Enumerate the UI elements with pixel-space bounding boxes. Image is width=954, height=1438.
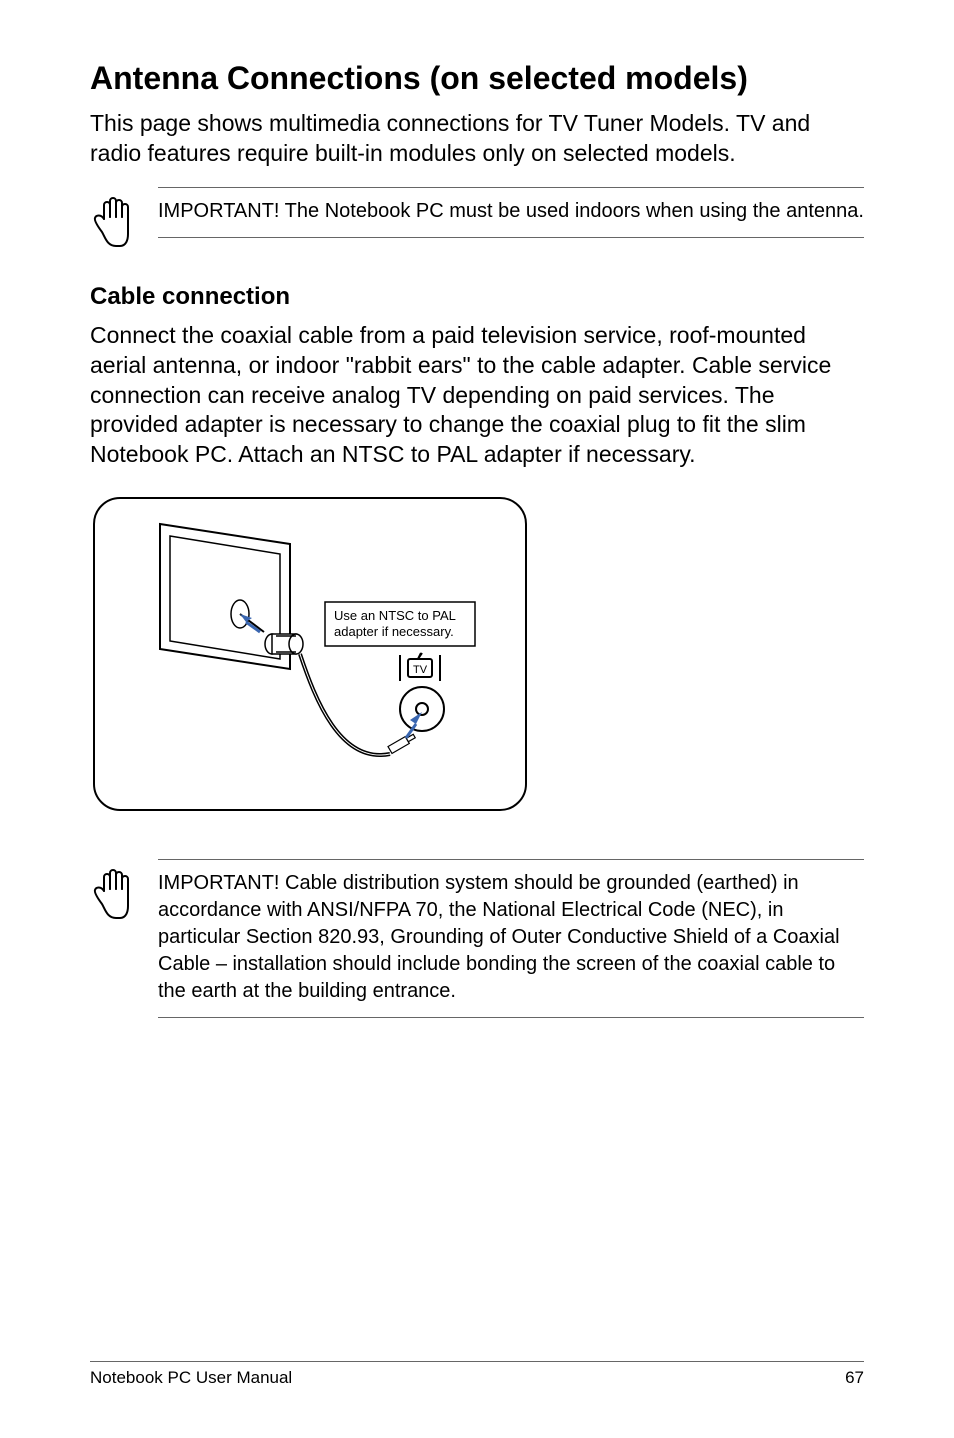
diagram-callout-line2: adapter if necessary. [334, 624, 454, 639]
footer-page-number: 67 [845, 1368, 864, 1388]
important-note-2: IMPORTANT! Cable distribution system sho… [90, 859, 864, 1018]
cable-connection-paragraph: Connect the coaxial cable from a paid te… [90, 321, 864, 470]
cable-connection-heading: Cable connection [90, 283, 864, 311]
page-footer: Notebook PC User Manual 67 [90, 1361, 864, 1388]
svg-text:TV: TV [413, 664, 428, 676]
page-title: Antenna Connections (on selected models) [90, 60, 864, 97]
diagram-callout-line1: Use an NTSC to PAL [334, 608, 456, 623]
intro-paragraph: This page shows multimedia connections f… [90, 109, 864, 169]
hand-stop-icon [90, 865, 140, 925]
important-note-2-text: IMPORTANT! Cable distribution system sho… [158, 870, 864, 1005]
hand-stop-icon [90, 193, 140, 253]
important-note-1: IMPORTANT! The Notebook PC must be used … [90, 187, 864, 253]
footer-manual-title: Notebook PC User Manual [90, 1368, 292, 1388]
important-note-1-text: IMPORTANT! The Notebook PC must be used … [158, 198, 864, 225]
cable-connection-diagram: Use an NTSC to PAL adapter if necessary.… [90, 494, 864, 819]
